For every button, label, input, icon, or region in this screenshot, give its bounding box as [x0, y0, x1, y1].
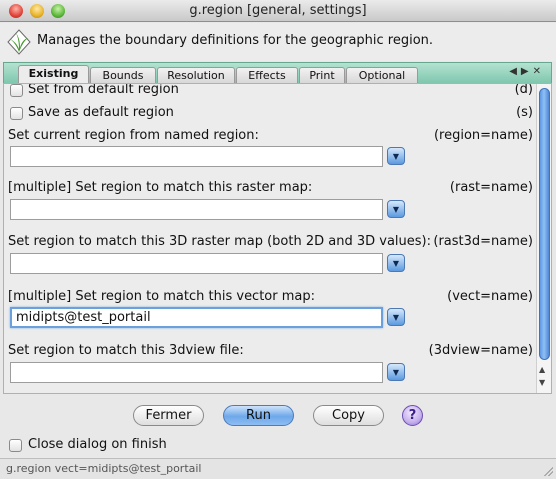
tab-label: Existing — [28, 67, 79, 80]
vertical-scrollbar[interactable]: ▲ ▼ — [536, 84, 551, 393]
tab-label: Effects — [248, 69, 286, 82]
region-label: Set current region from named region: — [8, 128, 259, 143]
command-preview: g.region vect=midipts@test_portail — [6, 462, 202, 475]
window-title: g.region [general, settings] — [189, 3, 367, 18]
rast3d-dropdown-icon[interactable]: ▼ — [387, 254, 405, 272]
tab-navigation: ◀▶✕ — [509, 66, 545, 77]
tab-print[interactable]: Print — [299, 67, 345, 84]
grass-logo-icon — [7, 29, 31, 55]
tab-existing[interactable]: Existing — [18, 65, 89, 84]
tab-next-icon[interactable]: ▶ — [521, 66, 533, 77]
copy-button[interactable]: Copy — [313, 405, 384, 426]
module-description: Manages the boundary definitions for the… — [37, 33, 434, 48]
status-bar: g.region vect=midipts@test_portail — [0, 458, 556, 479]
view3d-dropdown-icon[interactable]: ▼ — [387, 363, 405, 381]
close-button[interactable]: Fermer — [133, 405, 204, 426]
vect-input[interactable]: midipts@test_portail — [10, 307, 383, 328]
resize-grip-icon[interactable] — [543, 466, 553, 476]
tab-label: Optional — [358, 69, 406, 82]
tab-resolution[interactable]: Resolution — [157, 67, 235, 84]
vect-label: [multiple] Set region to match this vect… — [8, 289, 315, 304]
help-icon[interactable]: ? — [402, 405, 423, 426]
default-region-checkbox[interactable] — [10, 84, 23, 97]
tab-label: Bounds — [102, 69, 144, 82]
tab-optional[interactable]: Optional — [346, 67, 418, 84]
close-on-finish-label: Close dialog on finish — [28, 437, 167, 452]
module-header: Manages the boundary definitions for the… — [0, 23, 556, 61]
close-on-finish-checkbox[interactable] — [9, 439, 22, 452]
vect-dropdown-icon[interactable]: ▼ — [387, 308, 405, 326]
tab-prev-icon[interactable]: ◀ — [509, 66, 521, 77]
rast-dropdown-icon[interactable]: ▼ — [387, 200, 405, 218]
rast-param: (rast=name) — [449, 180, 533, 195]
tab-bounds[interactable]: Bounds — [90, 67, 156, 84]
save-default-flag: (s) — [516, 105, 533, 120]
tab-label: Print — [309, 69, 335, 82]
vect-param: (vect=name) — [447, 289, 533, 304]
scrollbar-thumb[interactable] — [539, 88, 550, 360]
region-param: (region=name) — [433, 128, 533, 143]
existing-panel: Set from default region (d) Save as defa… — [3, 83, 552, 394]
tab-bar: Existing Bounds Resolution Effects Print… — [3, 62, 552, 84]
save-default-checkbox[interactable] — [10, 107, 23, 120]
region-input[interactable] — [10, 146, 383, 167]
tab-effects[interactable]: Effects — [236, 67, 298, 84]
rast-input[interactable] — [10, 199, 383, 220]
tab-close-icon[interactable]: ✕ — [533, 66, 545, 77]
default-region-flag: (d) — [514, 83, 533, 97]
view3d-label: Set region to match this 3dview file: — [8, 343, 244, 358]
view3d-param: (3dview=name) — [428, 343, 533, 358]
tab-label: Resolution — [167, 69, 225, 82]
rast3d-label: Set region to match this 3D raster map (… — [8, 234, 431, 249]
scroll-down-icon[interactable]: ▼ — [539, 378, 545, 387]
save-default-label: Save as default region — [28, 105, 174, 120]
rast3d-input[interactable] — [10, 253, 383, 274]
view3d-input[interactable] — [10, 362, 383, 383]
title-bar: g.region [general, settings] — [0, 0, 556, 22]
scroll-up-icon[interactable]: ▲ — [539, 365, 545, 374]
rast3d-param: (rast3d=name) — [433, 234, 533, 249]
rast-label: [multiple] Set region to match this rast… — [8, 180, 313, 195]
region-dropdown-icon[interactable]: ▼ — [387, 147, 405, 165]
run-button[interactable]: Run — [223, 405, 294, 426]
default-region-label: Set from default region — [28, 83, 179, 97]
